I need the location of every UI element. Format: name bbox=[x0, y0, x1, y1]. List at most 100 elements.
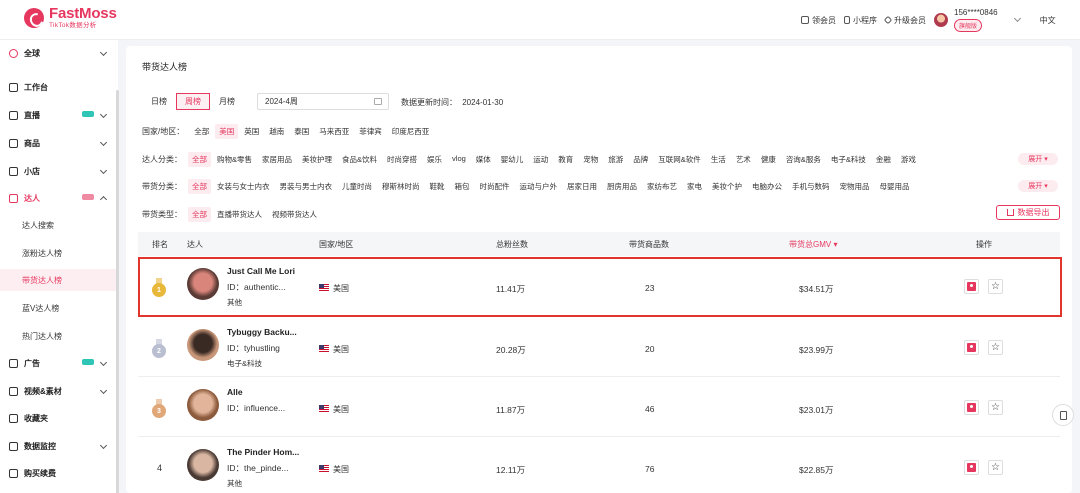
country-chip[interactable]: 美国 bbox=[215, 123, 239, 139]
kol-category-expand-button[interactable]: 展开 ▾ bbox=[1018, 153, 1058, 165]
goods-category-chip[interactable]: 厨房用品 bbox=[603, 179, 641, 194]
kol-category-chip[interactable]: 宠物 bbox=[579, 152, 602, 167]
sales-type-chip[interactable]: 直播带货达人 bbox=[213, 207, 266, 222]
sidebar-item-kol[interactable]: 达人 bbox=[0, 188, 118, 208]
goods-category-chip[interactable]: 家电 bbox=[683, 179, 706, 194]
sidebar-item-live[interactable]: 直播 bbox=[0, 105, 118, 125]
sidebar-item-shop[interactable]: 小店 bbox=[0, 161, 118, 181]
kol-avatar[interactable] bbox=[187, 389, 219, 421]
sidebar-sub-kol-search[interactable]: 达人搜索 bbox=[0, 214, 118, 236]
kol-category-chip[interactable]: vlog bbox=[448, 152, 470, 167]
kol-name[interactable]: The Pinder Hom... bbox=[227, 447, 299, 457]
kol-name[interactable]: Just Call Me Lori bbox=[227, 266, 295, 276]
account-info[interactable]: 156****0846 旗舰版 bbox=[954, 8, 998, 32]
country-chip[interactable]: 越南 bbox=[265, 124, 288, 139]
goods-category-chip[interactable]: 家纺布艺 bbox=[643, 179, 681, 194]
mini-program-link[interactable]: 小程序 bbox=[844, 15, 877, 26]
favorite-button[interactable]: ☆ bbox=[988, 340, 1003, 355]
kol-detail-button[interactable] bbox=[964, 400, 979, 415]
goods-category-chip[interactable]: 男装与男士内衣 bbox=[276, 179, 337, 194]
kol-category-chip[interactable]: 金融 bbox=[872, 152, 895, 167]
kol-category-chip[interactable]: 美妆护理 bbox=[298, 152, 336, 167]
sidebar-item-monitor[interactable]: 数据监控 bbox=[0, 436, 118, 456]
kol-avatar[interactable] bbox=[187, 268, 219, 300]
country-chip[interactable]: 英国 bbox=[240, 124, 263, 139]
kol-detail-button[interactable] bbox=[964, 460, 979, 475]
sidebar-sub-follower-growth[interactable]: 涨粉达人榜 bbox=[0, 242, 118, 264]
goods-category-chip[interactable]: 居家日用 bbox=[563, 179, 601, 194]
sidebar-item-video[interactable]: 视频&素材 bbox=[0, 381, 118, 401]
tab-monthly[interactable]: 月榜 bbox=[210, 93, 244, 110]
table-row[interactable]: 4 The Pinder Hom... ID：the_pinde... 其他 美… bbox=[138, 437, 1060, 493]
week-picker[interactable]: 2024-4周 bbox=[257, 93, 389, 110]
country-chip[interactable]: 印度尼西亚 bbox=[388, 124, 434, 139]
goods-category-chip[interactable]: 时尚配件 bbox=[476, 179, 514, 194]
kol-category-chip[interactable]: 互联网&软件 bbox=[654, 152, 705, 167]
kol-category-chip[interactable]: 电子&科技 bbox=[827, 152, 870, 167]
kol-category-chip[interactable]: 艺术 bbox=[732, 152, 755, 167]
favorite-button[interactable]: ☆ bbox=[988, 279, 1003, 294]
favorite-button[interactable]: ☆ bbox=[988, 400, 1003, 415]
sidebar-item-purchase[interactable]: 购买续费 bbox=[0, 463, 118, 483]
goods-category-chip[interactable]: 全部 bbox=[188, 178, 211, 194]
table-row[interactable]: 2 Tybuggy Backu... ID：tyhustling 电子&科技 美… bbox=[138, 317, 1060, 377]
kol-category-chip[interactable]: 旅游 bbox=[604, 152, 627, 167]
sidebar-scrollbar[interactable] bbox=[116, 90, 119, 493]
kol-avatar[interactable] bbox=[187, 329, 219, 361]
kol-detail-button[interactable] bbox=[964, 279, 979, 294]
sales-type-chip[interactable]: 视频带货达人 bbox=[268, 207, 321, 222]
sales-type-chip[interactable]: 全部 bbox=[188, 206, 211, 222]
kol-category-chip[interactable]: 媒体 bbox=[472, 152, 495, 167]
export-data-button[interactable]: 数据导出 bbox=[996, 205, 1060, 220]
floating-doc-button[interactable] bbox=[1052, 404, 1074, 426]
goods-category-chip[interactable]: 运动与户外 bbox=[516, 179, 562, 194]
kol-category-chip[interactable]: 生活 bbox=[707, 152, 730, 167]
kol-category-chip[interactable]: 家居用品 bbox=[258, 152, 296, 167]
favorite-button[interactable]: ☆ bbox=[988, 460, 1003, 475]
country-chip[interactable]: 菲律宾 bbox=[355, 124, 386, 139]
sidebar-sub-blue-v[interactable]: 蓝V达人榜 bbox=[0, 297, 118, 319]
tab-weekly[interactable]: 周榜 bbox=[176, 93, 210, 110]
kol-category-chip[interactable]: 娱乐 bbox=[423, 152, 446, 167]
chevron-down-icon[interactable] bbox=[1013, 14, 1021, 23]
goods-category-chip[interactable]: 宠物用品 bbox=[836, 179, 874, 194]
col-goods-count[interactable]: 带货商品数 bbox=[629, 239, 669, 250]
country-chip[interactable]: 全部 bbox=[190, 124, 213, 139]
table-row[interactable]: 3 Alle ID：influence... 美国 11.87万 46 $23.… bbox=[138, 377, 1060, 437]
goods-category-chip[interactable]: 穆斯林时尚 bbox=[378, 179, 424, 194]
kol-category-chip[interactable]: 婴幼儿 bbox=[497, 152, 528, 167]
sidebar-item-ads[interactable]: 广告 bbox=[0, 353, 118, 373]
language-switch[interactable]: 中文 bbox=[1040, 15, 1056, 26]
goods-category-chip[interactable]: 女装与女士内衣 bbox=[213, 179, 274, 194]
kol-category-chip[interactable]: 健康 bbox=[757, 152, 780, 167]
user-avatar[interactable] bbox=[934, 13, 948, 27]
sidebar-item-goods[interactable]: 商品 bbox=[0, 133, 118, 153]
sidebar-sub-hot-kol[interactable]: 热门达人榜 bbox=[0, 325, 118, 347]
fastmoss-logo[interactable]: FastMoss TikTok数据分析 bbox=[24, 6, 117, 30]
kol-category-chip[interactable]: 运动 bbox=[529, 152, 552, 167]
kol-category-chip[interactable]: 品牌 bbox=[629, 152, 652, 167]
goods-category-chip[interactable]: 箱包 bbox=[451, 179, 474, 194]
kol-detail-button[interactable] bbox=[964, 340, 979, 355]
goods-category-chip[interactable]: 儿童时尚 bbox=[338, 179, 376, 194]
sidebar-item-favorites[interactable]: 收藏夹 bbox=[0, 408, 118, 428]
sidebar-item-workbench[interactable]: 工作台 bbox=[0, 77, 118, 97]
kol-category-chip[interactable]: 游戏 bbox=[897, 152, 920, 167]
kol-category-chip[interactable]: 购物&零售 bbox=[213, 152, 256, 167]
kol-category-chip[interactable]: 时尚穿搭 bbox=[383, 152, 421, 167]
get-membership-link[interactable]: 领会员 bbox=[801, 15, 836, 26]
kol-category-chip[interactable]: 食品&饮料 bbox=[338, 152, 381, 167]
kol-category-chip[interactable]: 全部 bbox=[188, 151, 211, 167]
kol-category-chip[interactable]: 咨询&服务 bbox=[782, 152, 825, 167]
goods-category-chip[interactable]: 鞋靴 bbox=[426, 179, 449, 194]
kol-name[interactable]: Tybuggy Backu... bbox=[227, 327, 297, 337]
upgrade-membership-link[interactable]: 升级会员 bbox=[883, 15, 926, 26]
table-row[interactable]: 1 Just Call Me Lori ID：authentic... 其他 美… bbox=[138, 256, 1060, 316]
goods-category-chip[interactable]: 电脑办公 bbox=[748, 179, 786, 194]
tab-daily[interactable]: 日榜 bbox=[142, 93, 176, 110]
goods-category-chip[interactable]: 手机与数码 bbox=[788, 179, 834, 194]
country-chip[interactable]: 马来西亚 bbox=[315, 124, 353, 139]
kol-category-chip[interactable]: 教育 bbox=[554, 152, 577, 167]
sidebar-sub-sales-kol[interactable]: 带货达人榜 bbox=[0, 269, 118, 291]
goods-category-chip[interactable]: 母婴用品 bbox=[876, 179, 914, 194]
